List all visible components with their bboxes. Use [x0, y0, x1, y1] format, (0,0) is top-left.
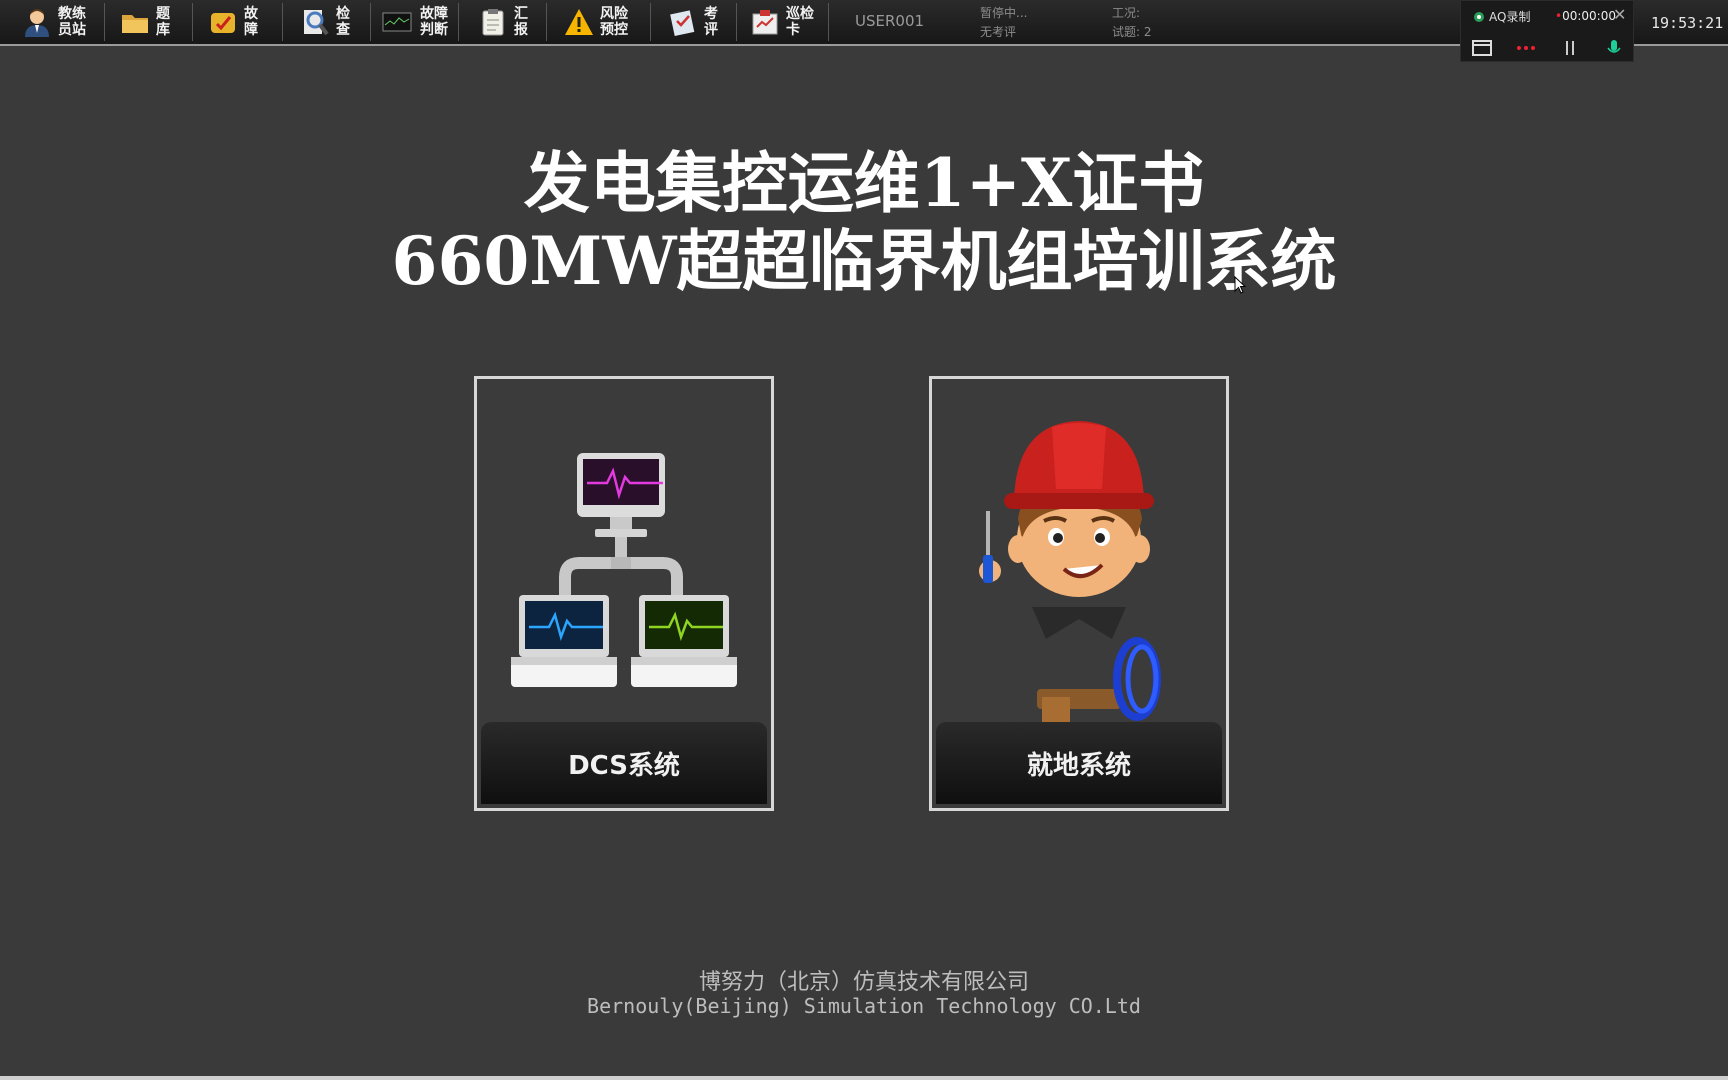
toolbar-divider	[546, 3, 547, 41]
clipboard-icon	[482, 9, 504, 36]
trainer-station-button[interactable]: 教练 员站	[22, 2, 86, 42]
folder-icon	[122, 15, 148, 33]
more-icon[interactable]	[1515, 39, 1537, 57]
monitor-icon	[382, 12, 412, 32]
question-bank-button[interactable]: 题 库	[120, 2, 170, 42]
pause-icon[interactable]	[1559, 39, 1581, 57]
worker-mascot-icon	[979, 421, 1161, 724]
toolbar-divider	[104, 3, 105, 41]
fault-label: 故 障	[244, 6, 258, 38]
dcs-network-icon	[511, 453, 737, 687]
company-name-en: Bernouly(Beijing) Simulation Technology …	[587, 994, 1141, 1018]
risk-control-button[interactable]: 风险 预控	[564, 2, 628, 42]
warning-icon	[565, 9, 593, 35]
condition-text: 工况: 试题: 2	[1112, 6, 1152, 39]
recorder-title-label: AQ录制	[1489, 10, 1531, 24]
toolbar-divider	[370, 3, 371, 41]
recorder-widget: AQ录制 •00:00:00 ✕	[1460, 0, 1634, 62]
page-title-line2: 660MW超超临界机组培训系统	[391, 222, 1337, 300]
toolbar-divider	[828, 3, 829, 41]
local-system-label: 就地系统	[936, 722, 1222, 804]
fault-button[interactable]: 故 障	[208, 2, 258, 42]
page-title-line1: 发电集控运维1+X证书	[523, 144, 1205, 222]
evaluation-button[interactable]: 考 评	[668, 2, 718, 42]
mouse-cursor-icon	[1234, 276, 1246, 294]
inspection-card-icon	[752, 10, 778, 35]
report-label: 汇 报	[514, 6, 528, 38]
trainer-station-icon	[25, 9, 49, 37]
fault-icon	[211, 13, 235, 33]
microphone-icon[interactable]	[1603, 39, 1625, 57]
fault-diagnosis-label: 故障 判断	[420, 6, 448, 38]
magnifier-icon	[304, 10, 329, 36]
dcs-system-card[interactable]: DCS系统	[474, 376, 774, 811]
recorder-time-value: 00:00:00	[1562, 9, 1616, 23]
recorder-title: AQ录制	[1473, 8, 1530, 25]
user-id: USER001	[855, 12, 925, 30]
dcs-system-label: DCS系统	[481, 722, 767, 804]
recorder-logo-icon	[1474, 11, 1484, 22]
toolbar-divider	[650, 3, 651, 41]
window-icon[interactable]	[1471, 39, 1493, 57]
check-button[interactable]: 检 查	[300, 2, 350, 42]
company-name-cn: 博努力（北京）仿真技术有限公司	[698, 970, 1029, 995]
inspection-card-button[interactable]: 巡检 卡	[750, 2, 814, 42]
fault-diagnosis-button[interactable]: 故障 判断	[380, 2, 448, 42]
toolbar-divider	[282, 3, 283, 41]
exam-icon	[670, 10, 695, 37]
local-system-card[interactable]: 就地系统	[929, 376, 1229, 811]
clock: 19:53:21	[1651, 14, 1724, 32]
status-text: 暂停中... 无考评	[980, 6, 1028, 39]
risk-control-label: 风险 预控	[600, 6, 628, 38]
evaluation-label: 考 评	[704, 6, 718, 38]
report-button[interactable]: 汇 报	[478, 2, 528, 42]
recorder-close-button[interactable]: ✕	[1613, 5, 1626, 24]
inspection-card-label: 巡检 卡	[786, 6, 814, 38]
bottom-border	[0, 1076, 1728, 1080]
check-label: 检 查	[336, 6, 350, 38]
toolbar-divider	[192, 3, 193, 41]
trainer-station-label: 教练 员站	[58, 6, 86, 38]
toolbar-divider	[458, 3, 459, 41]
recorder-time: •00:00:00	[1555, 9, 1616, 23]
toolbar-divider	[736, 3, 737, 41]
question-bank-label: 题 库	[156, 6, 170, 38]
